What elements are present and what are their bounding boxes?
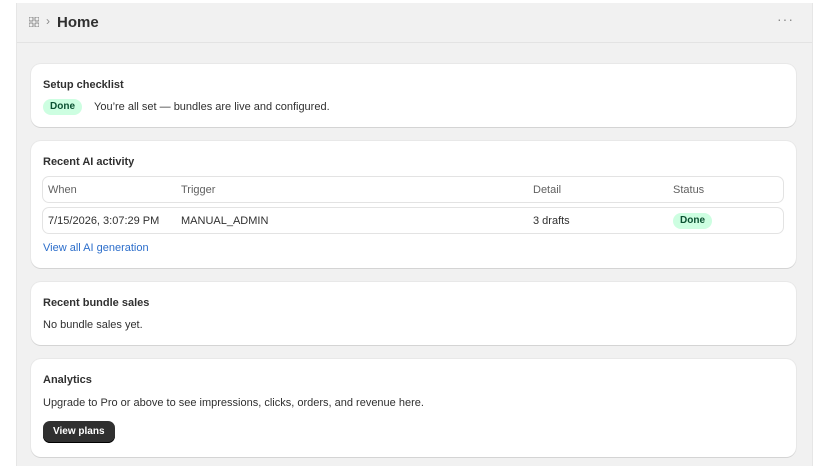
table-header: When Trigger Detail Status: [42, 176, 784, 203]
cell-trigger: MANUAL_ADMIN: [181, 215, 269, 227]
apps-icon: [29, 17, 39, 27]
app-frame: › Home ··· Setup checklist Done You’re a…: [16, 3, 813, 466]
more-horizontal-icon[interactable]: ···: [777, 11, 794, 27]
table-row[interactable]: 7/15/2026, 3:07:29 PM MANUAL_ADMIN 3 dra…: [42, 207, 784, 234]
column-header-trigger: Trigger: [181, 184, 216, 196]
setup-checklist-title: Setup checklist: [43, 79, 124, 91]
title-bar: › Home ···: [17, 3, 812, 43]
bundle-sales-card: Recent bundle sales No bundle sales yet.: [31, 282, 796, 345]
bundle-sales-title: Recent bundle sales: [43, 297, 150, 309]
bundle-sales-empty: No bundle sales yet.: [43, 319, 143, 331]
analytics-title: Analytics: [43, 374, 92, 386]
ai-activity-title: Recent AI activity: [43, 156, 135, 168]
setup-checklist-card: Setup checklist Done You’re all set — bu…: [31, 64, 796, 127]
analytics-card: Analytics Upgrade to Pro or above to see…: [31, 359, 796, 457]
column-header-status: Status: [673, 184, 705, 196]
ai-activity-card: Recent AI activity When Trigger Detail S…: [31, 141, 796, 268]
status-badge: Done: [43, 99, 82, 115]
breadcrumb-separator: ›: [46, 14, 50, 28]
cell-when: 7/15/2026, 3:07:29 PM: [48, 215, 160, 227]
cell-detail: 3 drafts: [533, 215, 570, 227]
view-plans-button[interactable]: View plans: [43, 421, 115, 443]
view-all-ai-generation-link[interactable]: View all AI generation: [43, 242, 149, 254]
analytics-message: Upgrade to Pro or above to see impressio…: [43, 397, 424, 409]
setup-message: You’re all set — bundles are live and co…: [94, 101, 330, 113]
column-header-when: When: [48, 184, 77, 196]
status-badge: Done: [673, 213, 712, 229]
column-header-detail: Detail: [533, 184, 562, 196]
page-title: Home: [57, 14, 99, 31]
